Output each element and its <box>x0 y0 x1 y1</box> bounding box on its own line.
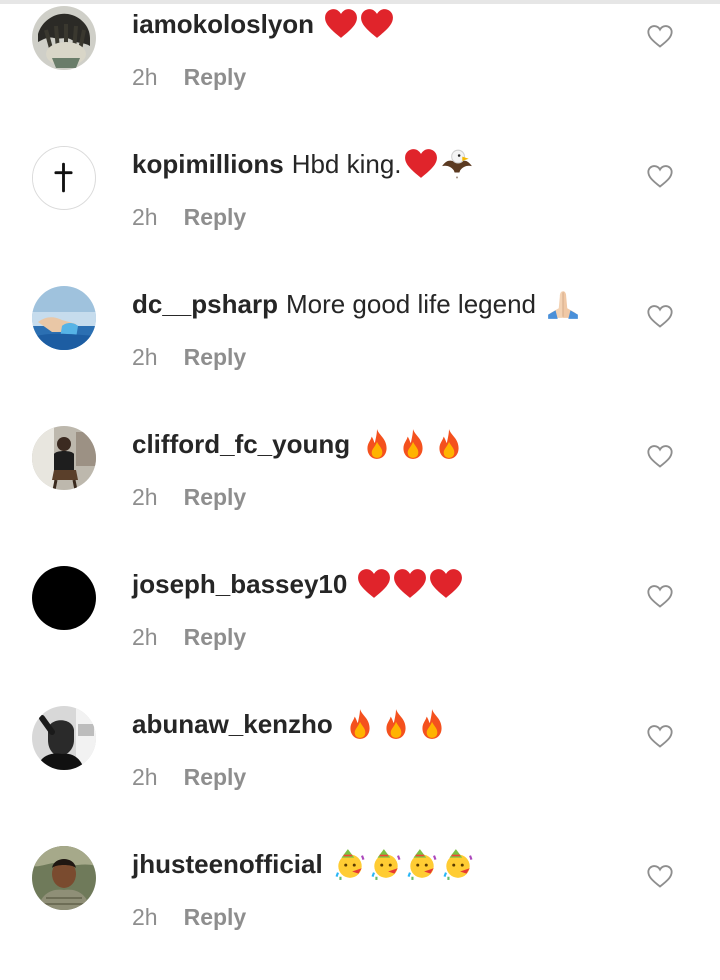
comment-item: abunaw_kenzho 2h Reply <box>0 700 720 840</box>
folded-hands-emoji <box>548 291 578 319</box>
comment-timestamp: 2h <box>132 764 158 790</box>
red-heart-emoji <box>325 9 357 38</box>
comment-content: jhusteenofficial <box>132 844 475 884</box>
fire-emoji <box>403 429 423 459</box>
comment-username[interactable]: dc__psharp <box>132 289 278 320</box>
comment-content: joseph_bassey10 <box>132 564 463 604</box>
comment-meta: 2h Reply <box>132 764 246 791</box>
avatar[interactable] <box>32 846 96 910</box>
like-heart-icon[interactable] <box>646 442 674 470</box>
comment-emojis <box>333 847 475 881</box>
comment-timestamp: 2h <box>132 204 158 230</box>
avatar[interactable] <box>32 426 96 490</box>
reply-button[interactable]: Reply <box>184 904 247 931</box>
red-heart-emoji <box>404 149 437 178</box>
like-heart-icon[interactable] <box>646 162 674 190</box>
comment-item: clifford_fc_young 2h Reply <box>0 420 720 560</box>
avatar[interactable] <box>32 6 96 70</box>
comment-item: jhusteenofficial 2h Reply <box>0 840 720 980</box>
comment-meta: 2h Reply <box>132 904 246 931</box>
avatar[interactable] <box>32 146 96 210</box>
comment-meta: 2h Reply <box>132 204 246 231</box>
comments-list: iamokoloslyon 2h Reply kopimillions Hbd … <box>0 0 720 980</box>
fire-emoji <box>367 429 387 459</box>
reply-button[interactable]: Reply <box>184 764 247 791</box>
reply-button[interactable]: Reply <box>184 624 247 651</box>
eagle-emoji <box>441 149 472 179</box>
fire-emoji <box>439 429 459 459</box>
comment-meta: 2h Reply <box>132 64 246 91</box>
comment-content: clifford_fc_young <box>132 424 466 464</box>
comment-emojis <box>404 147 474 181</box>
comment-username[interactable]: jhusteenofficial <box>132 849 323 880</box>
comment-timestamp: 2h <box>132 624 158 650</box>
like-heart-icon[interactable] <box>646 22 674 50</box>
fire-emoji <box>422 709 442 739</box>
like-heart-icon[interactable] <box>646 722 674 750</box>
comment-item: joseph_bassey10 2h Reply <box>0 560 720 700</box>
fire-emoji <box>386 709 406 739</box>
like-heart-icon[interactable] <box>646 862 674 890</box>
comment-meta: 2h Reply <box>132 624 246 651</box>
comment-content: dc__psharp More good life legend <box>132 284 580 324</box>
comment-meta: 2h Reply <box>132 344 246 371</box>
party-face-emoji <box>335 849 365 880</box>
comment-emojis <box>546 287 580 321</box>
like-heart-icon[interactable] <box>646 302 674 330</box>
comment-emojis <box>360 427 466 461</box>
comment-timestamp: 2h <box>132 484 158 510</box>
comment-text: Hbd king. <box>291 148 402 179</box>
comment-username[interactable]: abunaw_kenzho <box>132 709 333 740</box>
reply-button[interactable]: Reply <box>184 484 247 511</box>
party-face-emoji <box>443 849 473 880</box>
party-face-emoji <box>407 849 437 880</box>
red-heart-emoji <box>361 9 393 38</box>
reply-button[interactable]: Reply <box>184 64 247 91</box>
comment-content: kopimillions Hbd king. <box>132 144 474 184</box>
comment-emojis <box>343 707 449 741</box>
reply-button[interactable]: Reply <box>184 204 247 231</box>
comment-username[interactable]: joseph_bassey10 <box>132 569 347 600</box>
comment-username[interactable]: clifford_fc_young <box>132 429 350 460</box>
like-heart-icon[interactable] <box>646 582 674 610</box>
comment-item: kopimillions Hbd king. 2h Reply <box>0 140 720 280</box>
red-heart-emoji <box>430 569 463 598</box>
comment-item: iamokoloslyon 2h Reply <box>0 0 720 140</box>
comment-meta: 2h Reply <box>132 484 246 511</box>
comment-emojis <box>324 7 394 41</box>
comment-content: abunaw_kenzho <box>132 704 449 744</box>
comment-username[interactable]: iamokoloslyon <box>132 9 314 40</box>
party-face-emoji <box>371 849 401 880</box>
comment-text: More good life legend <box>285 288 537 319</box>
fire-emoji <box>350 709 370 739</box>
comment-timestamp: 2h <box>132 904 158 930</box>
comment-username[interactable]: kopimillions <box>132 149 284 180</box>
red-heart-emoji <box>394 569 427 598</box>
avatar[interactable] <box>32 706 96 770</box>
reply-button[interactable]: Reply <box>184 344 247 371</box>
comment-timestamp: 2h <box>132 64 158 90</box>
comment-item: dc__psharp More good life legend 2h Repl… <box>0 280 720 420</box>
comment-emojis <box>357 567 463 601</box>
avatar[interactable] <box>32 286 96 350</box>
comment-timestamp: 2h <box>132 344 158 370</box>
comment-content: iamokoloslyon <box>132 4 394 44</box>
red-heart-emoji <box>358 569 391 598</box>
avatar[interactable] <box>32 566 96 630</box>
